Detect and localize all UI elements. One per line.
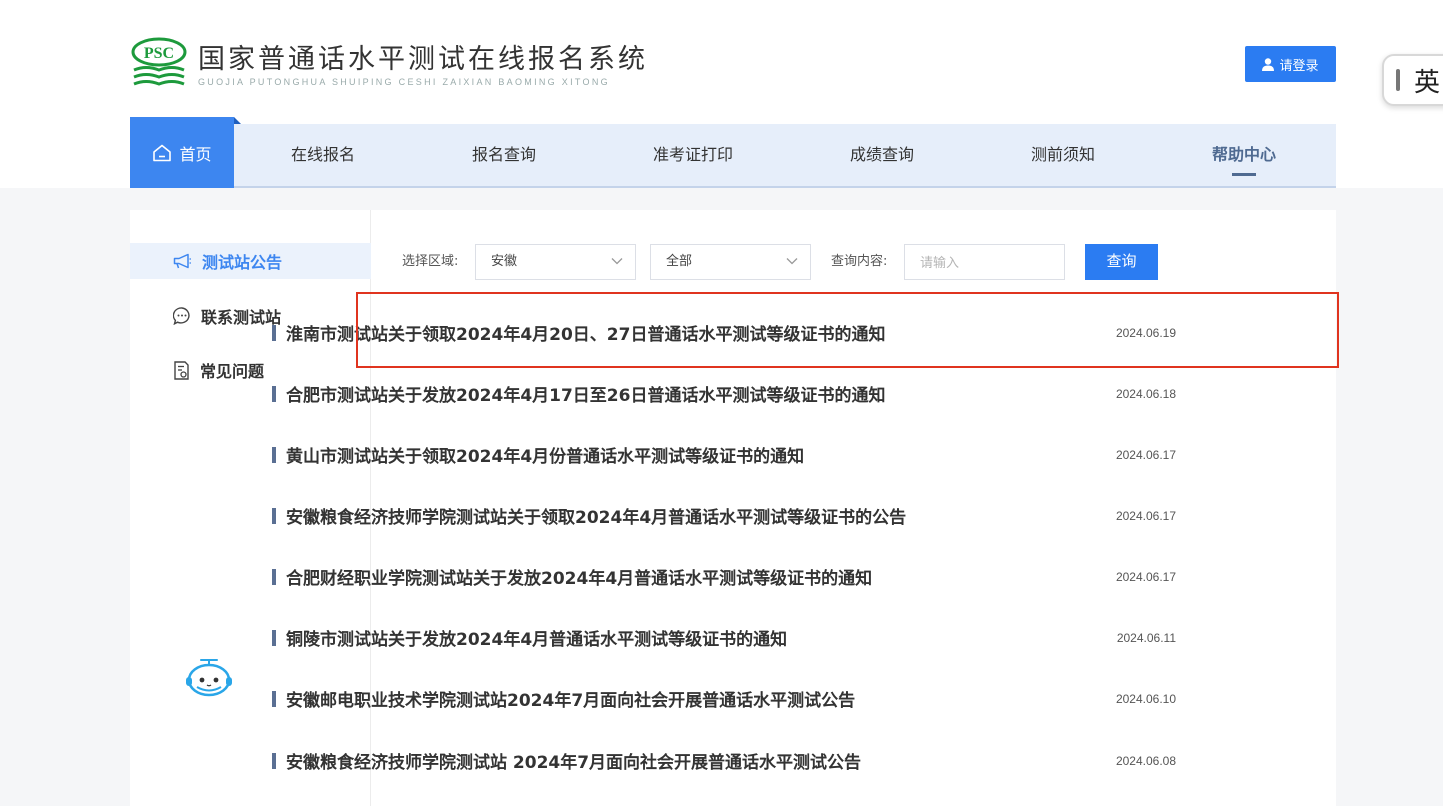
- notice-title[interactable]: 安徽粮食经济技师学院测试站 2024年7月面向社会开展普通话水平测试公告: [286, 748, 1112, 773]
- row-marker: [272, 446, 276, 463]
- chatbot-assistant[interactable]: [183, 656, 235, 704]
- notice-date: 2024.06.18: [1115, 386, 1176, 401]
- row-marker: [272, 629, 276, 646]
- notice-row[interactable]: 铜陵市测试站关于发放2024年4月普通话水平测试等级证书的通知 2024.06.…: [272, 607, 1176, 668]
- nav-registration-query[interactable]: 报名查询: [457, 124, 551, 186]
- region-label: 选择区域:: [402, 254, 459, 269]
- nav-help-center[interactable]: 帮助中心: [1197, 124, 1291, 186]
- notice-row[interactable]: 合肥财经职业学院测试站关于发放2024年4月普通话水平测试等级证书的通知 202…: [272, 546, 1176, 607]
- notice-date: 2024.06.08: [1115, 753, 1176, 768]
- login-button[interactable]: 请登录: [1245, 46, 1336, 82]
- scope-select-value: 全部: [666, 254, 693, 269]
- row-marker: [272, 568, 276, 585]
- row-marker: [272, 507, 276, 524]
- notice-date: 2024.06.10: [1115, 691, 1176, 706]
- chevron-down-icon: [786, 258, 798, 265]
- document-question-icon: [174, 360, 189, 380]
- robot-assistant-icon: [186, 659, 232, 697]
- notice-date: 2024.06.19: [1115, 325, 1176, 340]
- notice-date: 2024.06.17: [1115, 508, 1176, 523]
- search-button[interactable]: 查询: [1085, 244, 1158, 280]
- notice-row[interactable]: 黄山市测试站关于领取2024年4月份普通话水平测试等级证书的通知 2024.06…: [272, 424, 1176, 485]
- notice-title[interactable]: 合肥财经职业学院测试站关于发放2024年4月普通话水平测试等级证书的通知: [286, 564, 1112, 589]
- sidebar-item-label: 常见问题: [200, 362, 265, 381]
- megaphone-icon: [173, 253, 191, 269]
- filter-bar: 选择区域: 安徽 全部 查询内容: 查询: [402, 244, 1302, 280]
- notice-title[interactable]: 铜陵市测试站关于发放2024年4月普通话水平测试等级证书的通知: [286, 625, 1112, 650]
- nav-score-query[interactable]: 成绩查询: [835, 124, 929, 186]
- region-select-value: 安徽: [491, 254, 518, 269]
- sidebar-item-label: 联系测试站: [201, 308, 282, 327]
- user-icon: [1262, 57, 1275, 71]
- notice-row[interactable]: 安徽邮电职业技术学院测试站2024年7月面向社会开展普通话水平测试公告 2024…: [272, 668, 1176, 729]
- nav-admission-ticket[interactable]: 准考证打印: [638, 124, 748, 186]
- home-icon: [153, 144, 172, 161]
- notice-date: 2024.06.17: [1115, 569, 1176, 584]
- row-marker: [272, 752, 276, 769]
- notice-title[interactable]: 安徽邮电职业技术学院测试站2024年7月面向社会开展普通话水平测试公告: [286, 686, 1112, 711]
- nav-home[interactable]: 首页: [130, 117, 241, 188]
- notice-title[interactable]: 淮南市测试站关于领取2024年4月20日、27日普通话水平测试等级证书的通知: [286, 320, 1112, 345]
- notice-date: 2024.06.17: [1115, 447, 1176, 462]
- sidebar-item-announcements[interactable]: 测试站公告: [130, 243, 371, 279]
- query-input[interactable]: [904, 244, 1065, 280]
- header-area: PSC 国家普通话水平测试在线报名系统 GUOJIA PUTONGHUA SHU…: [0, 0, 1443, 188]
- site-logo[interactable]: PSC 国家普通话水平测试在线报名系统 GUOJIA PUTONGHUA SHU…: [130, 36, 648, 94]
- nav-online-registration[interactable]: 在线报名: [276, 124, 370, 186]
- login-label: 请登录: [1279, 58, 1319, 74]
- chevron-down-icon: [611, 258, 623, 265]
- nav-active-indicator: [1232, 173, 1256, 176]
- notice-row[interactable]: 安徽粮食经济技师学院测试站 2024年7月面向社会开展普通话水平测试公告 202…: [272, 730, 1176, 791]
- notice-title[interactable]: 黄山市测试站关于领取2024年4月份普通话水平测试等级证书的通知: [286, 442, 1112, 467]
- chat-bubble-icon: [173, 307, 190, 325]
- notice-row[interactable]: 合肥市测试站关于发放2024年4月17日至26日普通话水平测试等级证书的通知 2…: [272, 363, 1176, 424]
- psc-logo-icon: PSC: [130, 36, 188, 94]
- main-nav: 首页 在线报名 报名查询 准考证打印 成绩查询 测前须知 帮助中心: [130, 117, 1336, 188]
- row-marker: [272, 324, 276, 341]
- nav-home-label: 首页: [179, 144, 212, 164]
- notice-row[interactable]: 淮南市测试站关于领取2024年4月20日、27日普通话水平测试等级证书的通知 2…: [272, 302, 1176, 363]
- query-label: 查询内容:: [831, 254, 888, 269]
- notice-date: 2024.06.11: [1116, 630, 1176, 645]
- nav-home-notch: [234, 117, 241, 124]
- notice-title[interactable]: 合肥市测试站关于发放2024年4月17日至26日普通话水平测试等级证书的通知: [286, 381, 1112, 406]
- ime-indicator[interactable]: 英: [1382, 54, 1443, 106]
- nav-help-center-label: 帮助中心: [1211, 145, 1276, 164]
- sidebar-item-label: 测试站公告: [202, 253, 283, 272]
- ime-mode-char: 英: [1414, 67, 1441, 98]
- notice-row[interactable]: 安徽粮食经济技师学院测试站关于领取2024年4月普通话水平测试等级证书的公告 2…: [272, 485, 1176, 546]
- row-marker: [272, 690, 276, 707]
- scope-select[interactable]: 全部: [650, 244, 811, 280]
- site-subtitle: GUOJIA PUTONGHUA SHUIPING CESHI ZAIXIAN …: [198, 77, 610, 87]
- region-select[interactable]: 安徽: [475, 244, 636, 280]
- site-title: 国家普通话水平测试在线报名系统: [198, 44, 648, 75]
- nav-pretest-notice[interactable]: 测前须知: [1016, 124, 1110, 186]
- ime-drag-handle[interactable]: [1396, 69, 1400, 91]
- row-marker: [272, 385, 276, 402]
- logo-badge-text: PSC: [144, 45, 174, 62]
- notice-title[interactable]: 安徽粮食经济技师学院测试站关于领取2024年4月普通话水平测试等级证书的公告: [286, 503, 1112, 528]
